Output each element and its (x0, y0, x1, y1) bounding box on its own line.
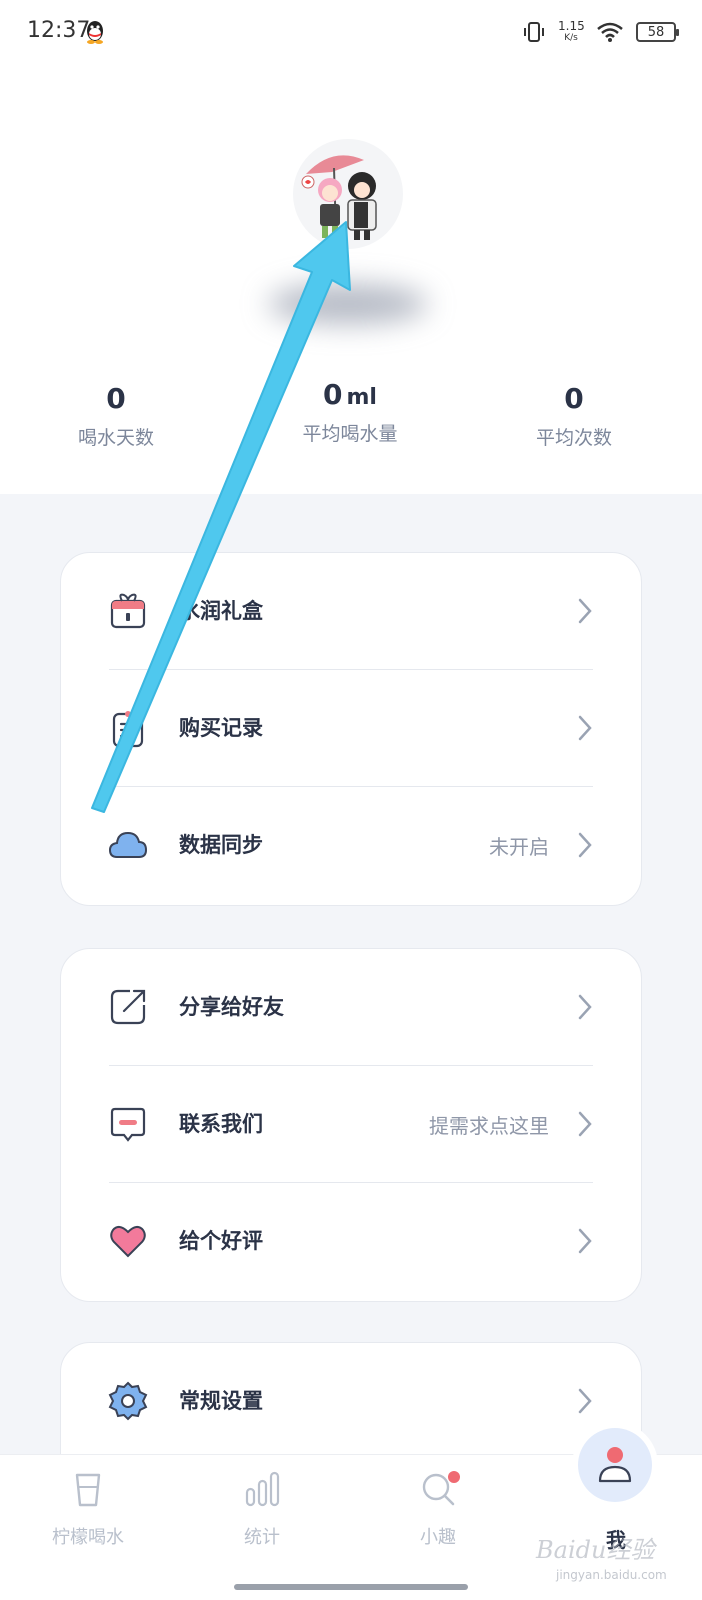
cloud-icon (108, 831, 148, 858)
watermark-url: jingyan.baidu.com (556, 1568, 667, 1582)
account-card: 水润礼盒 购买记录 数据同步 未开启 (60, 552, 642, 906)
message-icon (110, 1107, 146, 1142)
contact-hint: 提需求点这里 (429, 1114, 549, 1138)
chevron-right-icon (578, 1388, 592, 1414)
net-speed: 1.15 K/s (558, 19, 585, 44)
chevron-right-icon (578, 1228, 592, 1254)
heart-icon (110, 1226, 146, 1258)
home-indicator[interactable] (234, 1584, 468, 1590)
chevron-right-icon (578, 1111, 592, 1137)
user-icon (598, 1447, 632, 1483)
qq-icon (87, 21, 103, 44)
stat-days-label: 喝水天数 (77, 427, 154, 449)
watermark: Baidu经验 (536, 1536, 655, 1564)
tab-statistics-label: 统计 (244, 1527, 280, 1548)
stat-times-label: 平均次数 (535, 427, 612, 449)
stat-avg-times: 0 平均次数 (524, 382, 624, 450)
avatar[interactable] (292, 138, 404, 250)
stat-avg-volume: 0 ml 平均喝水量 (288, 378, 412, 446)
menu-item-purchase-records[interactable]: 购买记录 (61, 670, 641, 787)
gift-icon (110, 593, 146, 629)
tab-lemon-water-label: 柠檬喝水 (52, 1527, 124, 1548)
rate-label: 给个好评 (179, 1229, 263, 1253)
stat-drink-days: 0 喝水天数 (66, 382, 166, 450)
social-card: 分享给好友 联系我们 提需求点这里 给个好评 (60, 948, 642, 1302)
menu-item-gift-box[interactable]: 水润礼盒 (61, 553, 641, 670)
wifi-icon (597, 22, 623, 42)
stat-days-value: 0 (106, 382, 126, 415)
status-bar: 12:37 1.15 K/s 58 (0, 0, 702, 64)
clipboard-icon (112, 711, 144, 748)
menu-item-data-sync[interactable]: 数据同步 未开启 (61, 787, 641, 904)
stat-avg-volume-unit: ml (346, 385, 377, 410)
net-speed-unit: K/s (564, 33, 578, 43)
status-time: 12:37 (27, 18, 91, 43)
menu-item-contact[interactable]: 联系我们 提需求点这里 (61, 1066, 641, 1183)
stat-avg-volume-label: 平均喝水量 (302, 423, 398, 445)
share-label: 分享给好友 (179, 995, 284, 1019)
net-speed-value: 1.15 (558, 19, 585, 33)
stat-times-value: 0 (564, 382, 584, 415)
cup-icon (75, 1473, 101, 1507)
gear-icon (108, 1381, 148, 1421)
tab-fun-label: 小趣 (420, 1527, 456, 1548)
chevron-right-icon (578, 994, 592, 1020)
data-sync-label: 数据同步 (179, 833, 263, 857)
vibrate-icon (524, 22, 544, 42)
menu-item-share[interactable]: 分享给好友 (61, 949, 641, 1066)
bar-chart-icon (245, 1471, 280, 1507)
tab-statistics[interactable]: 统计 (202, 1469, 322, 1549)
notification-dot (448, 1471, 460, 1483)
battery-indicator: 58 (636, 22, 679, 42)
menu-item-rate[interactable]: 给个好评 (61, 1183, 641, 1300)
tab-fun[interactable]: 小趣 (378, 1469, 498, 1549)
chevron-right-icon (578, 715, 592, 741)
purchase-records-label: 购买记录 (179, 716, 263, 740)
tab-lemon-water[interactable]: 柠檬喝水 (28, 1469, 148, 1549)
tab-me[interactable] (578, 1428, 652, 1502)
avatar-shadow (268, 284, 428, 324)
stat-avg-volume-value: 0 (323, 378, 343, 411)
chevron-right-icon (578, 598, 592, 624)
gift-box-label: 水润礼盒 (179, 599, 263, 623)
data-sync-status: 未开启 (489, 835, 549, 859)
share-icon (110, 989, 146, 1025)
chevron-right-icon (578, 832, 592, 858)
general-settings-label: 常规设置 (179, 1389, 263, 1413)
contact-label: 联系我们 (179, 1112, 263, 1136)
menu-item-general-settings[interactable]: 常规设置 (61, 1343, 641, 1460)
